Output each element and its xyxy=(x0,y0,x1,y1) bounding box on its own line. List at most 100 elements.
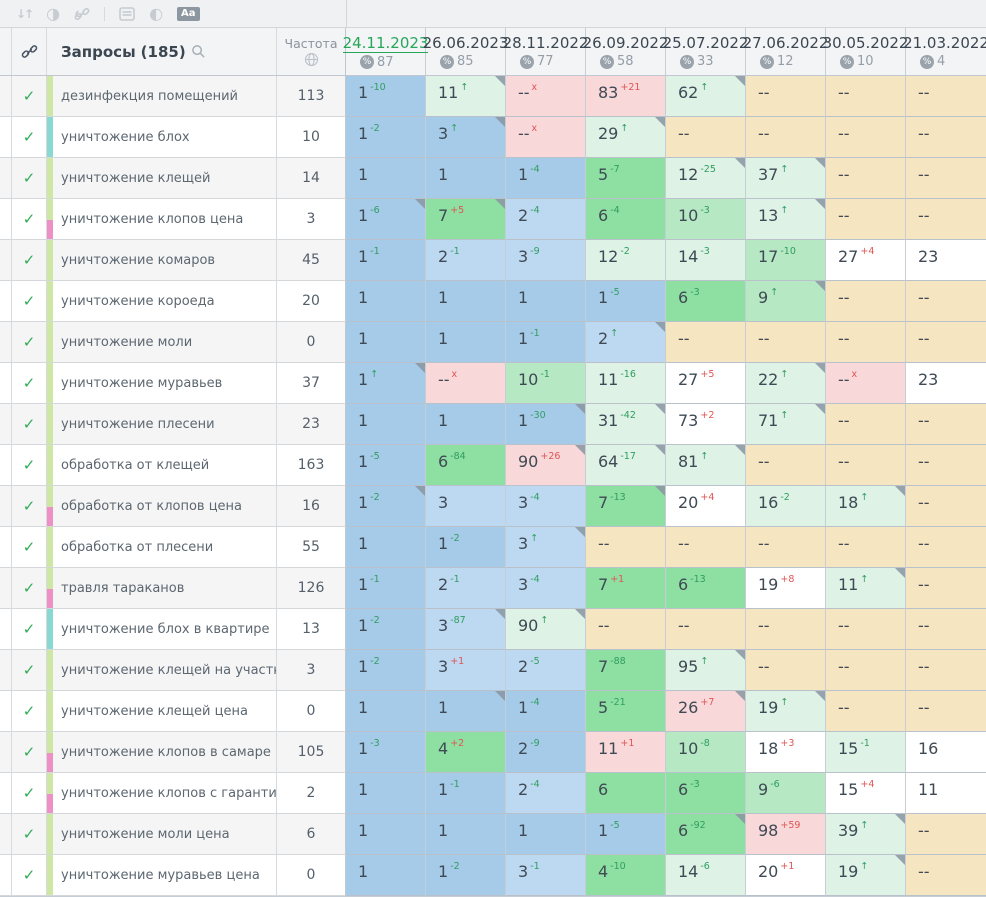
position-cell[interactable]: 1 xyxy=(346,773,426,814)
position-cell[interactable]: -- xyxy=(906,486,986,527)
position-cell[interactable]: 1 xyxy=(346,322,426,363)
position-cell[interactable]: 1 xyxy=(346,158,426,199)
position-cell[interactable]: 1 xyxy=(426,691,506,732)
position-cell[interactable]: 5-7 xyxy=(586,158,666,199)
position-cell[interactable]: -- xyxy=(826,445,906,486)
position-cell[interactable]: 3-4 xyxy=(506,568,586,609)
check-icon[interactable]: ✓ xyxy=(23,497,36,515)
keyword-cell[interactable]: уничтожение клещей на участке xyxy=(47,650,277,691)
position-cell[interactable]: 1-30 xyxy=(506,404,586,445)
position-cell[interactable]: 98+59 xyxy=(746,814,826,855)
position-cell[interactable]: 2-9 xyxy=(506,732,586,773)
position-cell[interactable]: 1-10 xyxy=(346,76,426,117)
position-cell[interactable]: -- xyxy=(826,527,906,568)
date-column-header[interactable]: 30.05.2022%10 xyxy=(826,28,905,75)
position-cell[interactable]: -- xyxy=(746,445,826,486)
check-icon[interactable]: ✓ xyxy=(23,374,36,392)
position-cell[interactable]: 1 xyxy=(346,281,426,322)
position-cell[interactable]: -- xyxy=(906,691,986,732)
position-cell[interactable]: 18+3 xyxy=(746,732,826,773)
position-cell[interactable]: 6-4 xyxy=(586,199,666,240)
position-cell[interactable]: -- xyxy=(906,814,986,855)
position-cell[interactable]: 7+1 xyxy=(586,568,666,609)
check-icon[interactable]: ✓ xyxy=(23,825,36,843)
keyword-cell[interactable]: уничтожение клопов цена xyxy=(47,199,277,240)
keyword-cell[interactable]: уничтожение муравьев цена xyxy=(47,855,277,896)
position-cell[interactable]: 2-1 xyxy=(426,240,506,281)
card-view-icon[interactable] xyxy=(119,7,135,21)
row-check-cell[interactable]: ✓ xyxy=(12,445,47,486)
position-cell[interactable]: 19↑ xyxy=(746,691,826,732)
date-column-header[interactable]: 21.03.2022%4 xyxy=(906,28,986,75)
row-check-cell[interactable]: ✓ xyxy=(12,650,47,691)
position-cell[interactable]: -- xyxy=(746,650,826,691)
contrast-icon[interactable]: ◐ xyxy=(149,6,163,22)
keyword-cell[interactable]: уничтожение комаров xyxy=(47,240,277,281)
position-cell[interactable]: -- xyxy=(746,322,826,363)
position-cell[interactable]: 90+26 xyxy=(506,445,586,486)
position-cell[interactable]: 10-8 xyxy=(666,732,746,773)
position-cell[interactable]: 3↑ xyxy=(426,117,506,158)
position-cell[interactable]: 19↑ xyxy=(826,855,906,896)
position-cell[interactable]: 1 xyxy=(506,814,586,855)
position-cell[interactable]: -- xyxy=(826,199,906,240)
date-column-header[interactable]: 26.06.2023%85 xyxy=(426,28,505,75)
position-cell[interactable]: 9-6 xyxy=(746,773,826,814)
position-cell[interactable]: -- xyxy=(746,117,826,158)
position-cell[interactable]: 1 xyxy=(426,281,506,322)
position-cell[interactable]: 16-2 xyxy=(746,486,826,527)
position-cell[interactable]: 20+1 xyxy=(746,855,826,896)
position-cell[interactable]: 16 xyxy=(906,732,986,773)
position-cell[interactable]: -- xyxy=(746,76,826,117)
keyword-cell[interactable]: уничтожение клопов в самаре xyxy=(47,732,277,773)
position-cell[interactable]: 4-10 xyxy=(586,855,666,896)
position-cell[interactable]: -- xyxy=(906,404,986,445)
position-cell[interactable]: -- xyxy=(586,527,666,568)
position-cell[interactable]: 19+8 xyxy=(746,568,826,609)
keyword-cell[interactable]: уничтожение моли цена xyxy=(47,814,277,855)
position-cell[interactable]: 12-2 xyxy=(586,240,666,281)
position-cell[interactable]: 73+2 xyxy=(666,404,746,445)
check-icon[interactable]: ✓ xyxy=(23,620,36,638)
position-cell[interactable]: 22↑ xyxy=(746,363,826,404)
position-cell[interactable]: 15-1 xyxy=(826,732,906,773)
row-check-cell[interactable]: ✓ xyxy=(12,76,47,117)
position-cell[interactable]: -- xyxy=(906,322,986,363)
position-cell[interactable]: 26+7 xyxy=(666,691,746,732)
position-cell[interactable]: 1-3 xyxy=(346,732,426,773)
check-icon[interactable]: ✓ xyxy=(23,128,36,146)
position-cell[interactable]: 11 xyxy=(906,773,986,814)
position-cell[interactable]: 1-5 xyxy=(586,814,666,855)
position-cell[interactable]: 81↑ xyxy=(666,445,746,486)
position-cell[interactable]: 1-1 xyxy=(426,773,506,814)
position-cell[interactable]: 18↑ xyxy=(826,486,906,527)
position-cell[interactable]: 95↑ xyxy=(666,650,746,691)
position-cell[interactable]: 1-4 xyxy=(506,158,586,199)
position-cell[interactable]: 31-42 xyxy=(586,404,666,445)
keyword-cell[interactable]: уничтожение клещей цена xyxy=(47,691,277,732)
half-circle-icon[interactable]: ◑ xyxy=(46,6,60,22)
position-cell[interactable]: 4+2 xyxy=(426,732,506,773)
position-cell[interactable]: 6-13 xyxy=(666,568,746,609)
check-icon[interactable]: ✓ xyxy=(23,702,36,720)
position-cell[interactable]: 71↑ xyxy=(746,404,826,445)
position-cell[interactable]: 23 xyxy=(906,240,986,281)
keyword-cell[interactable]: уничтожение плесени xyxy=(47,404,277,445)
position-cell[interactable]: 2-5 xyxy=(506,650,586,691)
date-column-header[interactable]: 24.11.2023%87 xyxy=(346,28,425,75)
position-cell[interactable]: 1-6 xyxy=(346,199,426,240)
position-cell[interactable]: 7+5 xyxy=(426,199,506,240)
row-check-cell[interactable]: ✓ xyxy=(12,732,47,773)
position-cell[interactable]: -- xyxy=(826,281,906,322)
position-cell[interactable]: 3-4 xyxy=(506,486,586,527)
position-cell[interactable]: 23 xyxy=(906,363,986,404)
sort-icon[interactable]: ↓↑ xyxy=(16,8,32,20)
position-cell[interactable]: 17-10 xyxy=(746,240,826,281)
position-cell[interactable]: 11↑ xyxy=(826,568,906,609)
position-cell[interactable]: 15+4 xyxy=(826,773,906,814)
keyword-cell[interactable]: уничтожение моли xyxy=(47,322,277,363)
position-cell[interactable]: -- xyxy=(906,527,986,568)
row-check-cell[interactable]: ✓ xyxy=(12,363,47,404)
position-cell[interactable]: 13↑ xyxy=(746,199,826,240)
position-cell[interactable]: 1 xyxy=(346,855,426,896)
